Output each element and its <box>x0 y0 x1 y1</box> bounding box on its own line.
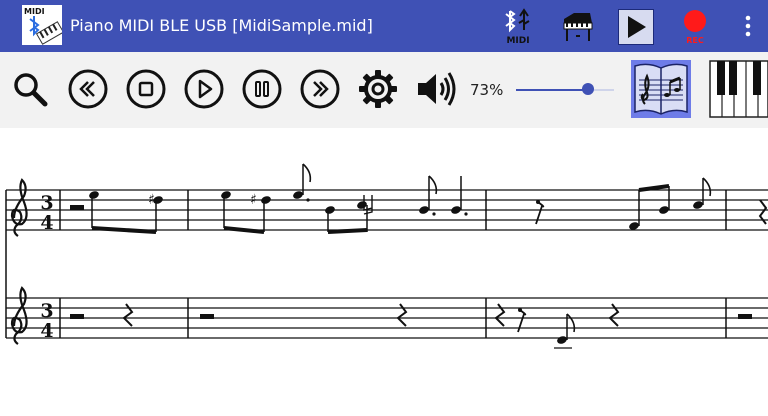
time-signature-bottom: 4 <box>40 212 53 234</box>
quarter-rest <box>122 303 134 327</box>
sheet-music-canvas: 3 4 3 4 ♯ ♯ <box>5 163 768 349</box>
quarter-rest <box>608 303 620 327</box>
volume-slider-fill <box>516 89 588 91</box>
time-signature-top: 3 <box>40 192 53 214</box>
half-rest <box>70 205 84 210</box>
quarter-rest <box>396 303 408 327</box>
sheet-music-score[interactable]: 3 4 3 4 ♯ ♯ <box>0 128 768 412</box>
play-icon <box>184 69 224 109</box>
appbar-play-button[interactable] <box>618 9 654 45</box>
volume-percent-label: 73% <box>470 81 504 99</box>
svg-text:MIDI: MIDI <box>506 36 529 46</box>
volume-slider-thumb[interactable] <box>581 83 594 95</box>
overflow-menu-icon <box>745 15 751 37</box>
app-bar: MIDI Piano MIDI BLE USB [MidiSample.mid]… <box>0 0 768 52</box>
upper-notes: ♯ ♯ <box>70 163 768 234</box>
rewind-icon <box>68 69 108 109</box>
treble-clef-lower <box>10 286 28 345</box>
eighth-rest <box>517 309 527 333</box>
treble-clef-upper <box>10 178 28 237</box>
rewind-button[interactable] <box>66 67 110 111</box>
eighth-rest <box>535 201 545 225</box>
half-rest <box>70 314 84 319</box>
sharp: ♯ <box>250 192 257 208</box>
volume-slider[interactable] <box>516 83 614 95</box>
time-signature-top: 3 <box>40 300 53 322</box>
pause-icon <box>242 69 282 109</box>
search-icon <box>14 73 48 107</box>
stop-icon <box>126 69 166 109</box>
piano-view-toggle[interactable] <box>708 60 768 118</box>
play-icon <box>628 16 646 38</box>
lower-notes <box>70 303 752 349</box>
volume-button[interactable] <box>414 67 458 111</box>
record-icon: REC <box>684 10 706 45</box>
sharp: ♯ <box>148 192 155 208</box>
score-view-toggle[interactable] <box>631 60 691 118</box>
record-button[interactable]: REC <box>678 6 712 46</box>
staff-upper <box>6 189 768 231</box>
app-title: Piano MIDI BLE USB [MidiSample.mid] <box>70 16 373 35</box>
pause-button[interactable] <box>240 67 284 111</box>
gear-icon <box>359 70 397 108</box>
svg-text:REC: REC <box>686 36 704 45</box>
grand-piano-button[interactable] <box>560 6 596 46</box>
bar-lines <box>5 190 727 338</box>
half-rest <box>738 314 752 319</box>
staff-lower <box>6 297 768 339</box>
stop-button[interactable] <box>124 67 168 111</box>
time-signature-bottom: 4 <box>40 320 53 342</box>
play-button[interactable] <box>182 67 226 111</box>
svg-text:MIDI: MIDI <box>24 7 45 16</box>
bluetooth-usb-midi-button[interactable]: MIDI <box>500 6 536 46</box>
fast-forward-button[interactable] <box>298 67 342 111</box>
app-logo: MIDI <box>22 5 65 45</box>
overflow-menu-button[interactable] <box>736 6 760 46</box>
search-button[interactable] <box>8 67 52 111</box>
bluetooth-usb-midi-icon: MIDI <box>505 8 530 46</box>
score-view-icon <box>634 63 688 115</box>
half-rest <box>200 314 214 319</box>
settings-button[interactable] <box>356 67 400 111</box>
quarter-rest <box>494 303 506 327</box>
grand-piano-icon <box>563 13 593 41</box>
speaker-icon <box>418 72 456 106</box>
fast-forward-icon <box>300 69 340 109</box>
piano-keyboard-icon <box>709 60 768 118</box>
